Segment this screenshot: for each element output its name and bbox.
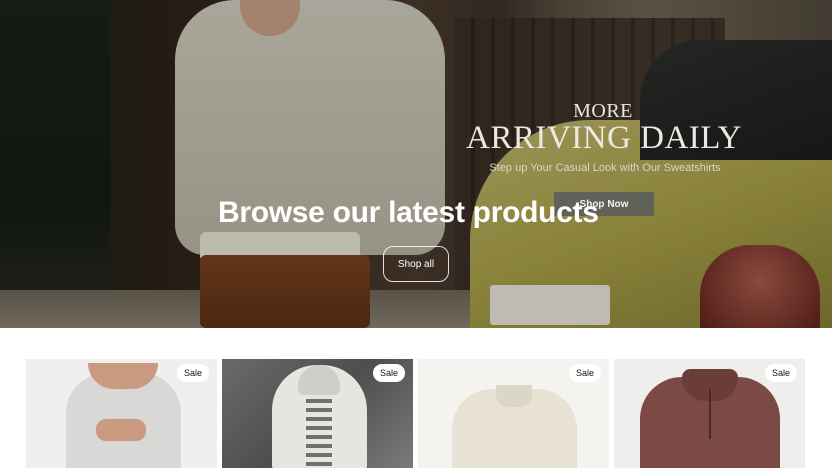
sale-badge: Sale: [372, 364, 405, 382]
sale-badge: Sale: [176, 364, 209, 382]
product-card[interactable]: Sale: [26, 359, 217, 468]
product-card[interactable]: Sale: [418, 359, 609, 468]
hero-banner: MORE ARRIVING DAILY Step up Your Casual …: [0, 0, 832, 328]
banner-subtitle: Step up Your Casual Look with Our Sweats…: [489, 162, 721, 174]
product-grid: Sale Sale Sale Sale: [26, 359, 806, 468]
product-card[interactable]: Sale: [222, 359, 413, 468]
product-card[interactable]: Sale: [614, 359, 805, 468]
hero-heading: Browse our latest products: [218, 196, 599, 229]
shop-all-button[interactable]: Shop all: [383, 246, 449, 282]
sale-badge: Sale: [764, 364, 797, 382]
banner-arriving-daily-text: ARRIVING DAILY: [466, 120, 742, 156]
sale-badge: Sale: [568, 364, 601, 382]
